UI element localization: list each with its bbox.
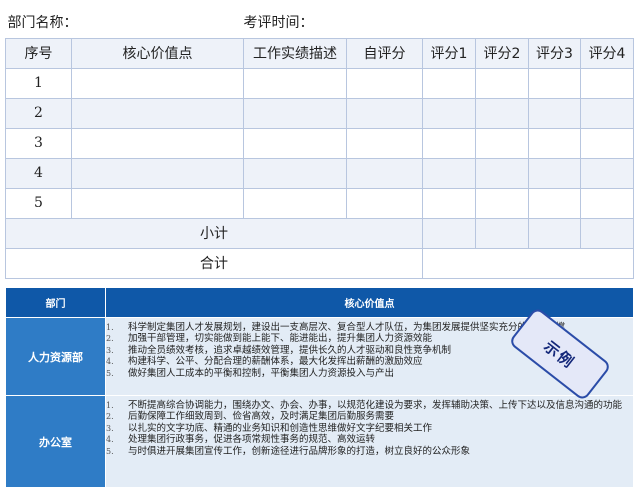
cell-score-3[interactable] — [528, 187, 581, 219]
cell-subtotal-2[interactable] — [475, 217, 529, 249]
cell-core-value[interactable] — [71, 67, 244, 99]
list-item: 4. 处理集团行政事务，促进各项常规性事务的规范、高效运转 — [106, 434, 376, 446]
cell-self-score[interactable] — [346, 157, 423, 189]
cell-subtotal-3[interactable] — [528, 217, 581, 249]
cell-score-1[interactable] — [422, 97, 476, 129]
subtotal-label: 小计 — [5, 217, 423, 249]
cell-score-2[interactable] — [475, 67, 529, 99]
row-number: 5 — [5, 187, 72, 219]
header-work-description: 工作实绩描述 — [243, 37, 347, 69]
table-row: 4 — [5, 157, 635, 189]
cell-score-4[interactable] — [579, 187, 635, 219]
table-row: 2 — [5, 97, 635, 129]
form-header-row: 序号 核心价值点 工作实绩描述 自评分 评分1 评分2 评分3 评分4 — [5, 37, 635, 69]
cell-work-description[interactable] — [243, 187, 347, 219]
dept-name: 人力资源部 — [5, 317, 106, 396]
cell-self-score[interactable] — [346, 187, 423, 219]
subtotal-row: 小计 — [5, 217, 635, 249]
header-core-value: 核心价值点 — [71, 37, 244, 69]
cell-score-2[interactable] — [475, 187, 529, 219]
cell-score-3[interactable] — [528, 97, 581, 129]
row-number: 1 — [5, 67, 72, 99]
cell-score-3[interactable] — [528, 67, 581, 99]
list-item: 3. 以扎实的文字功底、精通的业务知识和创造性思维做好文字纪要相关工作 — [106, 422, 433, 434]
cell-core-value[interactable] — [71, 127, 244, 159]
header-score-2: 评分2 — [475, 37, 529, 69]
cell-work-description[interactable] — [243, 127, 347, 159]
cell-score-1[interactable] — [422, 67, 476, 99]
core-value-list: 1. 不断提高综合协调能力，围绕办文、办会、办事，以规范化建设为要求，发挥辅助决策… — [105, 395, 634, 488]
cell-subtotal-1[interactable] — [422, 217, 476, 249]
row-number: 4 — [5, 157, 72, 189]
cell-work-description[interactable] — [243, 97, 347, 129]
example-row-office: 办公室 1. 不断提高综合协调能力，围绕办文、办会、办事，以规范化建设为要求，发挥… — [5, 395, 634, 488]
table-row: 5 — [5, 187, 635, 219]
cell-work-description[interactable] — [243, 67, 347, 99]
table-row: 1 — [5, 67, 635, 99]
list-item: 1. 不断提高综合协调能力，围绕办文、办会、办事，以规范化建设为要求，发挥辅助决策… — [106, 400, 623, 411]
form-info-row: 部门名称： 考评时间： — [5, 6, 634, 39]
cell-self-score[interactable] — [346, 97, 423, 129]
cell-score-1[interactable] — [422, 187, 476, 219]
cell-work-description[interactable] — [243, 157, 347, 189]
cell-score-4[interactable] — [579, 97, 635, 129]
list-item: 5. 与时俱进开展集团宣传工作，创新途径进行品牌形象的打造，树立良好的公众形象 — [106, 445, 471, 457]
dept-name-label: 部门名称： — [5, 6, 244, 39]
header-score-1: 评分1 — [422, 37, 476, 69]
cell-score-3[interactable] — [528, 127, 581, 159]
cell-core-value[interactable] — [71, 157, 244, 189]
example-header-core-value: 核心价值点 — [105, 287, 634, 318]
dept-name: 办公室 — [5, 395, 106, 488]
cell-score-2[interactable] — [475, 127, 529, 159]
cell-score-1[interactable] — [422, 157, 476, 189]
cell-score-4[interactable] — [579, 67, 635, 99]
row-number: 2 — [5, 97, 72, 129]
cell-score-1[interactable] — [422, 127, 476, 159]
cell-score-2[interactable] — [475, 157, 529, 189]
eval-time-label: 考评时间： — [243, 6, 634, 39]
header-seq: 序号 — [5, 37, 72, 69]
cell-score-4[interactable] — [579, 157, 635, 189]
cell-score-2[interactable] — [475, 97, 529, 129]
table-row: 3 — [5, 127, 635, 159]
header-score-4: 评分4 — [579, 37, 635, 69]
total-row: 合计 — [5, 247, 635, 279]
list-item: 2. 后勤保障工作细致周到、俭省高效，及时满足集团后勤服务需要 — [106, 411, 395, 423]
cell-total[interactable] — [421, 247, 635, 279]
cell-core-value[interactable] — [71, 97, 244, 129]
header-score-3: 评分3 — [528, 37, 581, 69]
header-self-score: 自评分 — [346, 37, 423, 69]
cell-self-score[interactable] — [346, 67, 423, 99]
cell-score-3[interactable] — [528, 157, 581, 189]
cell-core-value[interactable] — [71, 187, 244, 219]
cell-score-4[interactable] — [579, 127, 635, 159]
total-label: 合计 — [5, 247, 423, 279]
example-header-dept: 部门 — [5, 287, 106, 318]
cell-subtotal-4[interactable] — [579, 217, 635, 249]
row-number: 3 — [5, 127, 72, 159]
evaluation-form: 部门名称： 考评时间： 序号 核心价值点 工作实绩描述 自评分 评分1 评分2 … — [5, 6, 635, 279]
cell-self-score[interactable] — [346, 127, 423, 159]
